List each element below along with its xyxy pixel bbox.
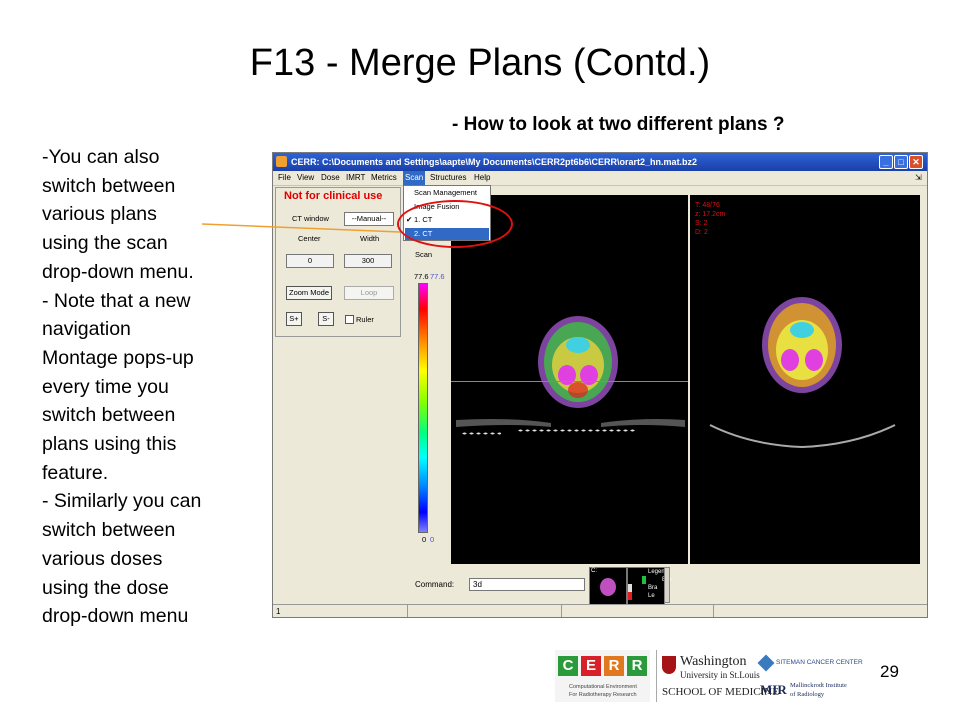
logo-divider — [656, 650, 657, 702]
cerr-letter: C — [558, 656, 578, 676]
washu-name: Washington — [680, 654, 747, 669]
cerr-letter: R — [604, 656, 624, 676]
page-number: 29 — [880, 662, 899, 681]
washu-shield-icon — [662, 656, 676, 674]
siteman-diamond-icon — [757, 654, 775, 672]
cerr-caption: Computational Environment — [569, 684, 637, 690]
washu-logo: Washington University in St.Louis SCHOOL… — [660, 652, 779, 702]
cerr-letter: E — [581, 656, 601, 676]
highlight-ellipse — [397, 200, 513, 248]
washu-subname: University in St.Louis — [680, 670, 760, 680]
mir-name: of Radiology — [790, 691, 825, 698]
mir-logo: MIR Mallinckrodt Institute of Radiology — [760, 680, 855, 702]
mir-name: Mallinckrodt Institute — [790, 682, 847, 689]
cerr-caption: For Radiotherapy Research — [569, 692, 637, 698]
siteman-name: SITEMAN CANCER CENTER — [776, 659, 863, 666]
annotation-overlay — [201, 223, 401, 233]
mir-abbr: MIR — [760, 682, 787, 697]
cerr-logo: C E R R Computational Environment For Ra… — [555, 650, 650, 702]
siteman-logo: SITEMAN CANCER CENTER — [757, 654, 863, 676]
callout-arrow — [201, 223, 401, 233]
cerr-letter: R — [627, 656, 647, 676]
